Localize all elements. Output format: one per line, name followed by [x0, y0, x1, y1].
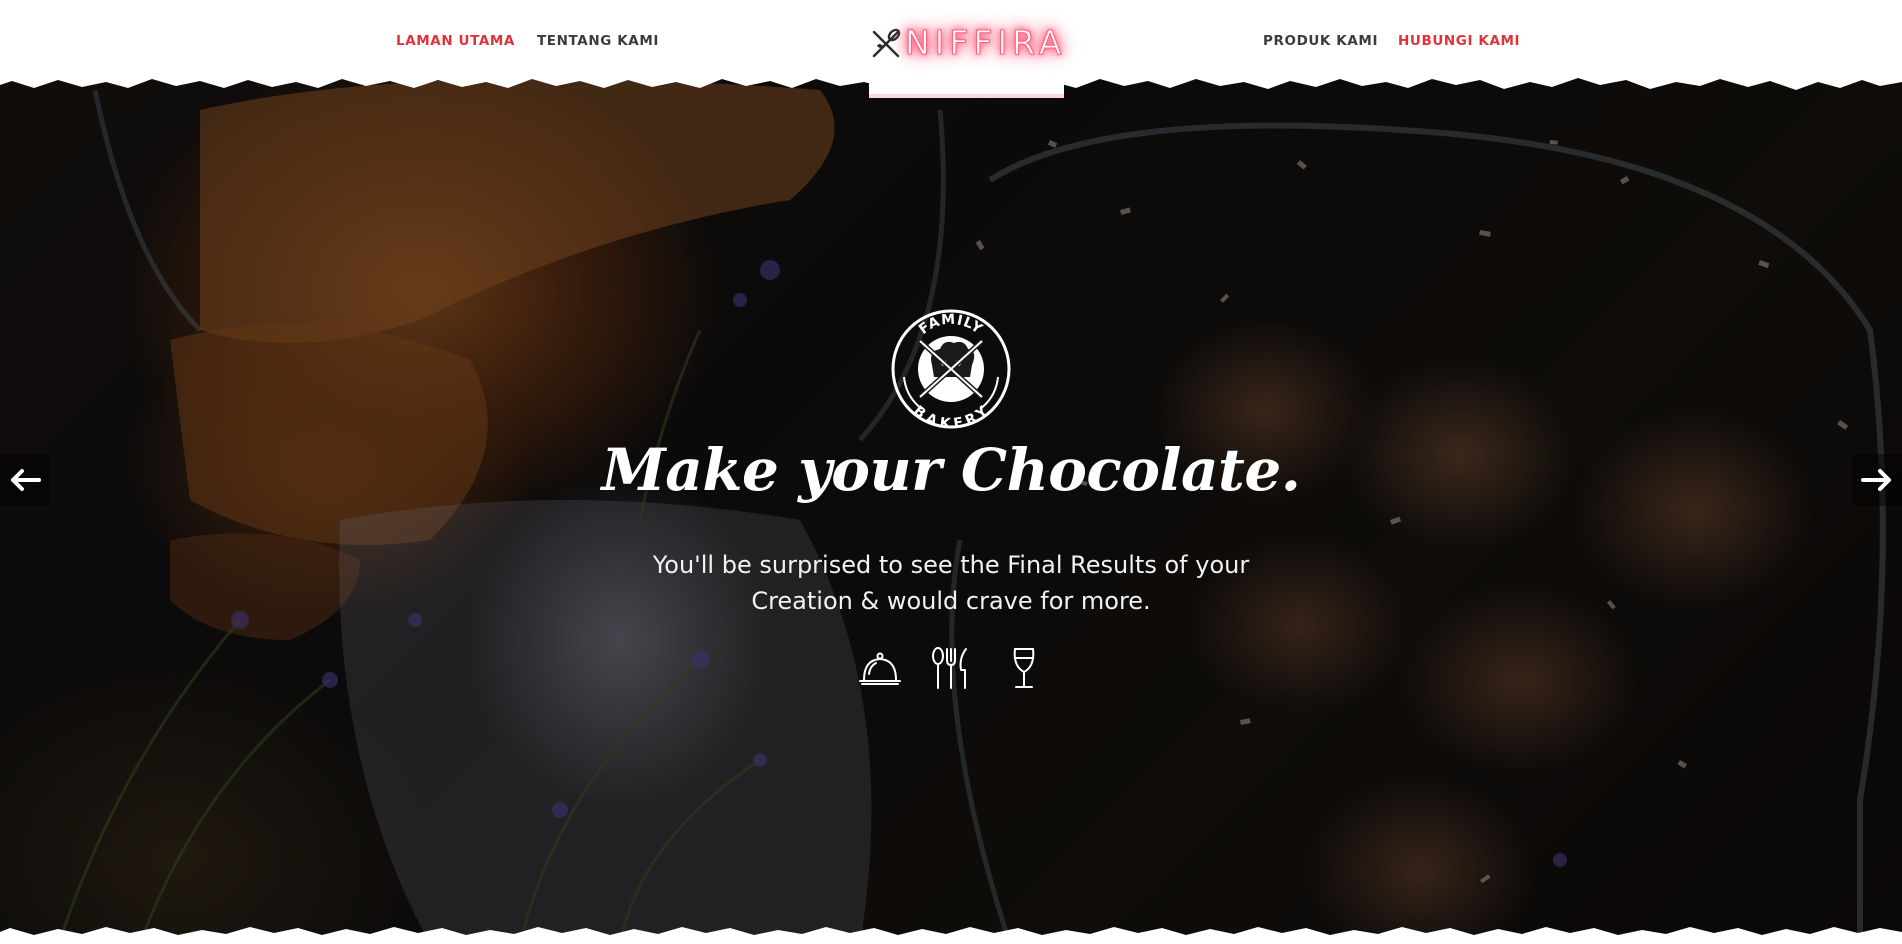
- torn-edge-bottom: [0, 927, 1902, 944]
- cutlery-icon: [932, 647, 967, 689]
- family-bakery-badge: FAMILY BAKERY: [891, 309, 1011, 432]
- slider-next-button[interactable]: [1852, 454, 1902, 506]
- hero-headline: Make your Chocolate.: [601, 436, 1301, 504]
- crossed-whisk-icon: [872, 28, 901, 58]
- cloche-icon: [859, 652, 901, 685]
- badge-bottom-text: BAKERY: [910, 403, 991, 432]
- hero-subtext: You'll be surprised to see the Final Res…: [652, 551, 1250, 615]
- arrow-right-icon: [1861, 469, 1891, 491]
- arrow-left-icon: [11, 469, 41, 491]
- wine-glass-icon: [1013, 648, 1035, 688]
- svg-text:BAKERY: BAKERY: [910, 403, 992, 432]
- nav-link-products[interactable]: PRODUK KAMI: [1263, 33, 1378, 49]
- slider-prev-button[interactable]: [0, 454, 50, 506]
- nav-link-contact[interactable]: HUBUNGI KAMI: [1398, 33, 1520, 49]
- nav-link-about[interactable]: TENTANG KAMI: [537, 33, 659, 49]
- brand-logo[interactable]: NIFFIRA: [869, 18, 1064, 98]
- nav-link-home[interactable]: LAMAN UTAMA: [396, 33, 515, 49]
- brand-underline: [869, 94, 1064, 98]
- brand-name: NIFFIRA: [904, 23, 1067, 63]
